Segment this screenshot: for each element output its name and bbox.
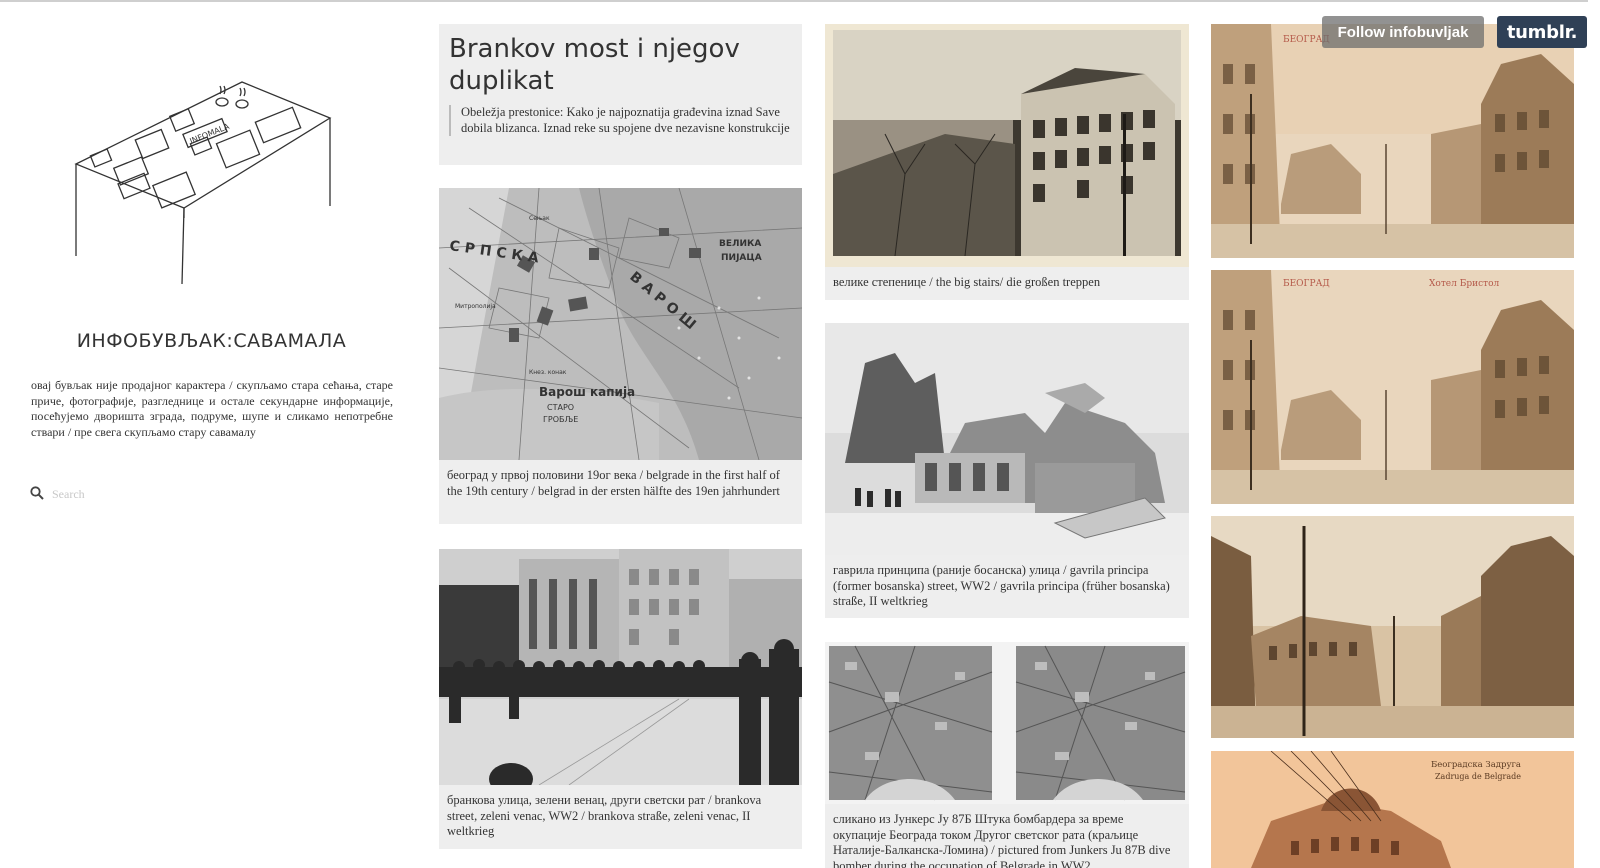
search-icon[interactable] [30, 486, 44, 500]
sidebar: INFOMALA ИНФОБУВЉАК:САВАМАЛА овај бувљак… [0, 0, 420, 868]
post-quote: Obeležja prestonice: Kako je najpoznatij… [449, 105, 790, 136]
search-box[interactable] [30, 485, 330, 505]
tumblr-logo-button[interactable]: tumblr. [1497, 16, 1587, 48]
ruins-photo[interactable] [825, 323, 1189, 555]
blog-description: овај бувљак није продајног карактера / с… [31, 378, 393, 439]
map-label: Варош капија [539, 385, 635, 399]
postcard-label: Хотел Бристол [1429, 279, 1500, 289]
map-label: СТАРО [547, 403, 574, 412]
photo-post-postcard-3 [1211, 516, 1574, 738]
photo-post-postcard-4: Београдска Задруга Zadruga de Belgrade [1211, 751, 1574, 868]
post-caption: београд у првој половини 19ог века / bel… [447, 468, 780, 498]
search-input[interactable] [52, 485, 312, 503]
photo-post-postcard-1: БЕОГРАД [1211, 24, 1574, 258]
map-photo[interactable]: СРПСКА ВАРОШ ВЕЛИКА ПИЈАЦА Варош капија … [439, 188, 802, 460]
map-label: ВЕЛИКА [719, 239, 761, 249]
postcard-photo[interactable] [1211, 516, 1574, 738]
photo-post-crowd: бранкова улица, зелени венац, други свет… [439, 549, 802, 849]
crowd-photo[interactable] [439, 549, 802, 785]
stairs-photo[interactable] [825, 24, 1189, 267]
postcard-label: Zadruga de Belgrade [1435, 772, 1521, 781]
post-caption: гаврила принципа (раније босанска) улица… [833, 563, 1170, 608]
postcard-photo[interactable]: БЕОГРАД Хотел Бристол [1211, 270, 1574, 504]
photo-post-stairs: велике степенице / the big stairs/ die g… [825, 24, 1189, 300]
photo-post-postcard-2: БЕОГРАД Хотел Бристол [1211, 270, 1574, 504]
postcard-photo[interactable]: Београдска Задруга Zadruga de Belgrade [1211, 751, 1574, 868]
postcard-label: Београдска Задруга [1431, 760, 1521, 770]
map-label: ПИЈАЦА [721, 253, 762, 263]
table-sketch-logo[interactable]: INFOMALA [72, 78, 342, 290]
map-label: Митрополија [455, 303, 496, 310]
post-caption: сликано из Јункерс Ју 87Б Штука бомбарде… [833, 812, 1171, 868]
map-label: Кнез. конак [529, 369, 567, 376]
text-post: Brankov most i njegov duplikat Obeležja … [439, 24, 802, 165]
photo-post-aerial: сликано из Јункерс Ју 87Б Штука бомбарде… [825, 642, 1189, 868]
photo-post-map: СРПСКА ВАРОШ ВЕЛИКА ПИЈАЦА Варош капија … [439, 188, 802, 524]
follow-button[interactable]: Follow infobuvljak [1322, 16, 1484, 48]
map-label: Сењак [529, 215, 550, 222]
page-edge [1588, 0, 1600, 868]
post-caption: велике степенице / the big stairs/ die g… [833, 275, 1101, 289]
aerial-photo[interactable] [825, 642, 1189, 804]
blog-title[interactable]: ИНФОБУВЉАК:САВАМАЛА [30, 330, 393, 352]
postcard-label: БЕОГРАД [1283, 279, 1330, 289]
post-caption: бранкова улица, зелени венац, други свет… [447, 793, 762, 838]
photo-post-ruins: гаврила принципа (раније босанска) улица… [825, 323, 1189, 618]
postcard-photo[interactable]: БЕОГРАД [1211, 24, 1574, 258]
post-title[interactable]: Brankov most i njegov duplikat [439, 24, 802, 97]
map-label: ГРОБЉЕ [543, 415, 578, 424]
